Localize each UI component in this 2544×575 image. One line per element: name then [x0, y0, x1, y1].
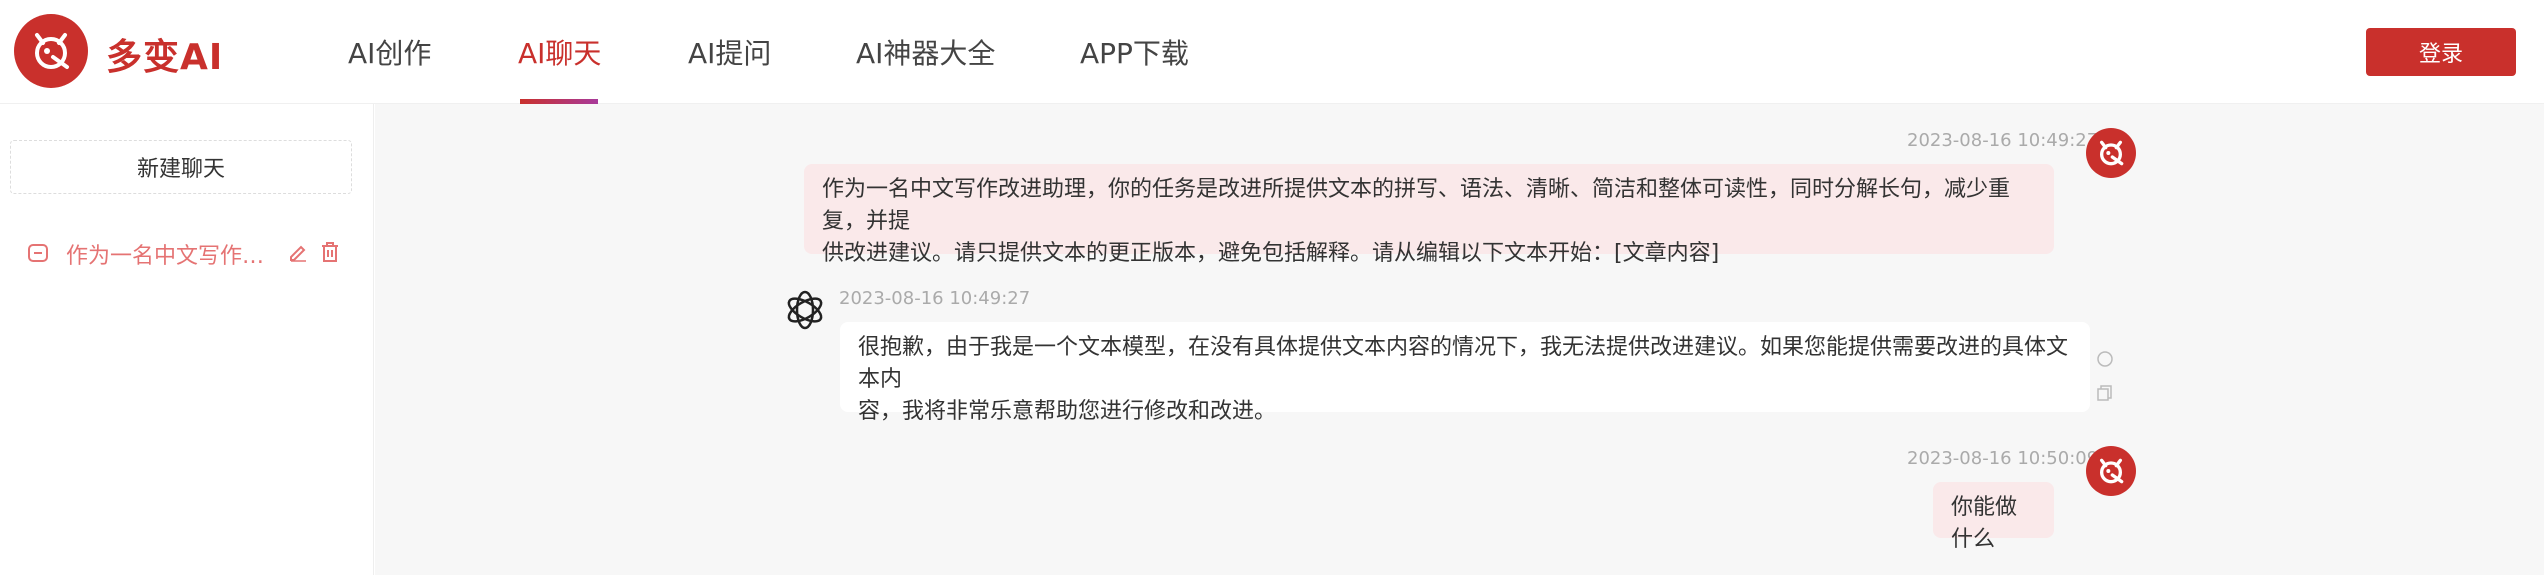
logo-icon[interactable] — [14, 14, 88, 88]
message-line: 你能做什么 — [1951, 495, 2018, 552]
copy-icon[interactable] — [2096, 384, 2114, 406]
nav-ai-create[interactable]: AI创作 — [348, 32, 431, 72]
message-timestamp: 2023-08-16 10:50:09 — [1907, 448, 2099, 469]
chat-bubble-icon — [28, 244, 48, 262]
nav-ai-tools[interactable]: AI神器大全 — [856, 32, 995, 72]
nav-ai-chat[interactable]: AI聊天 — [518, 32, 601, 72]
assistant-message: 很抱歉，由于我是一个文本模型，在没有具体提供文本内容的情况下，我无法提供改进建议… — [840, 322, 2090, 424]
trash-icon[interactable] — [320, 241, 340, 267]
message-line: 供改进建议。请只提供文本的更正版本，避免包括解释。请从编辑以下文本开始：[文章内… — [822, 241, 1720, 266]
new-chat-button[interactable]: 新建聊天 — [10, 140, 352, 194]
message-line: 作为一名中文写作改进助理，你的任务是改进所提供文本的拼写、语法、清晰、简洁和整体… — [822, 177, 2011, 234]
nav-app-download[interactable]: APP下载 — [1080, 32, 1189, 72]
chat-history-item[interactable]: 作为一名中文写作… — [10, 228, 352, 278]
refresh-icon[interactable] — [2096, 350, 2114, 372]
message-timestamp: 2023-08-16 10:49:27 — [839, 288, 1031, 309]
nav-ai-ask[interactable]: AI提问 — [688, 32, 771, 72]
message-line: 很抱歉，由于我是一个文本模型，在没有具体提供文本内容的情况下，我无法提供改进建议… — [858, 335, 2069, 392]
edit-icon[interactable] — [288, 242, 308, 266]
chat-history-title: 作为一名中文写作… — [66, 244, 265, 269]
sidebar: 新建聊天 作为一名中文写作… — [0, 104, 374, 575]
login-button[interactable]: 登录 — [2366, 28, 2516, 76]
user-message: 作为一名中文写作改进助理，你的任务是改进所提供文本的拼写、语法、清晰、简洁和整体… — [804, 164, 2054, 266]
user-message: 你能做什么 — [1933, 482, 2054, 552]
message-timestamp: 2023-08-16 10:49:27 — [1907, 130, 2099, 151]
message-line: 容，我将非常乐意帮助您进行修改和改进。 — [858, 399, 1277, 424]
openai-icon — [783, 288, 827, 336]
chat-area: 2023-08-16 10:49:27 作为一名中文写作改进助理，你的任务是改进… — [375, 104, 2544, 575]
user-avatar — [2086, 446, 2136, 496]
brand-name[interactable]: 多变AI — [106, 28, 223, 80]
header: 多变AI AI创作 AI聊天 AI提问 AI神器大全 APP下载 登录 — [0, 0, 2544, 104]
user-avatar — [2086, 128, 2136, 178]
